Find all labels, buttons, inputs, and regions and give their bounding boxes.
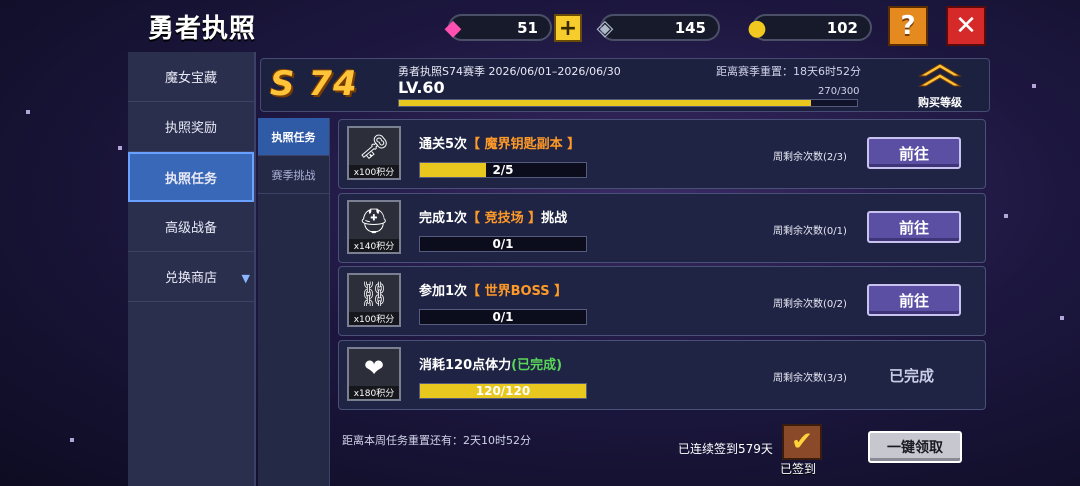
go-button[interactable]: 前往 — [867, 137, 961, 169]
nav-item-advanced-gear[interactable]: 高级战备 — [128, 202, 254, 252]
crystal-icon: ◈ — [596, 15, 614, 41]
go-button[interactable]: 前往 — [867, 211, 961, 243]
gem-value: 51 — [517, 19, 538, 37]
season-countdown: 距离赛季重置：18天6时52分 — [716, 65, 861, 78]
task-row: ⛑ x140积分 完成1次【 竞技场 】挑战 0/1 周剩余次数(0/1) 前往 — [338, 193, 986, 263]
buy-level-button[interactable]: 购买等级 — [908, 62, 972, 110]
task-title-highlight: 【 世界BOSS 】 — [467, 284, 568, 299]
gem-counter: ◆ 51 — [445, 14, 552, 41]
crystal-value: 145 — [674, 19, 706, 37]
task-title-prefix: 完成1次 — [419, 211, 468, 226]
level-progress-bar — [398, 99, 858, 107]
task-title-prefix: 参加1次 — [419, 284, 468, 299]
task-title-highlight: 【 魔界钥匙副本 】 — [467, 137, 581, 152]
task-icon-art: 🗝 — [358, 133, 390, 161]
nav-item-license-tasks[interactable]: 执照任务 — [128, 152, 254, 202]
level-progress-fill — [399, 100, 812, 106]
task-title-highlight: 【 竞技场 】 — [467, 211, 542, 226]
buy-level-label: 购买等级 — [918, 96, 962, 109]
calendar-check-icon[interactable]: ✔ — [782, 424, 822, 460]
caret-down-icon: ▼ — [241, 272, 250, 285]
star-decoration — [118, 146, 122, 150]
nav-item-witch-treasure[interactable]: 魔女宝藏 — [128, 52, 254, 102]
gold-icon: ● — [747, 15, 767, 41]
task-title: 消耗120点体力(已完成) — [419, 354, 562, 373]
task-progress-text: 120/120 — [475, 384, 531, 398]
level-label: LV.60 — [398, 78, 445, 97]
task-icon-art: ⛓ — [358, 280, 390, 308]
task-title-prefix: 通关5次 — [419, 137, 468, 152]
close-button[interactable]: ✕ — [946, 6, 986, 46]
task-title: 参加1次【 世界BOSS 】 — [419, 280, 567, 299]
task-progress-text: 0/1 — [492, 237, 514, 251]
task-title: 通关5次【 魔界钥匙副本 】 — [419, 133, 580, 152]
chest-icon: ⛓ x100积分 — [347, 273, 401, 327]
task-title: 完成1次【 竞技场 】挑战 — [419, 207, 567, 226]
task-points: x180积分 — [349, 386, 399, 399]
task-remaining: 周剩余次数(3/3) — [773, 373, 847, 384]
signin-streak: 已连续签到579天 — [678, 442, 773, 456]
gold-counter: ● 102 — [747, 14, 872, 41]
task-progress-bar: 120/120 — [419, 383, 587, 399]
go-button[interactable]: 前往 — [867, 284, 961, 316]
helmet-icon: ⛑ x140积分 — [347, 200, 401, 254]
nav-item-exchange-shop[interactable]: 兑换商店 ▼ — [128, 252, 254, 302]
task-progress-bar: 2/5 — [419, 162, 587, 178]
nav-item-label: 兑换商店 — [164, 271, 217, 286]
tab-season-challenge[interactable]: 赛季挑战 — [258, 156, 329, 194]
task-remaining: 周剩余次数(2/3) — [773, 152, 847, 163]
page-title: 勇者执照 — [148, 14, 257, 44]
task-progress-text: 0/1 — [492, 310, 514, 324]
task-progress-bar: 0/1 — [419, 236, 587, 252]
gold-value: 102 — [826, 19, 858, 37]
weekly-reset-countdown: 距离本周任务重置还有：2天10时52分 — [342, 434, 531, 447]
claim-all-button[interactable]: 一键领取 — [868, 431, 962, 463]
season-badge: S 74 — [270, 64, 358, 104]
task-progress-bar: 0/1 — [419, 309, 587, 325]
task-title-prefix: 消耗120点体力 — [419, 358, 512, 373]
task-points: x140积分 — [349, 239, 399, 252]
key-icon: 🗝 x100积分 — [347, 126, 401, 180]
tab-license-tasks[interactable]: 执照任务 — [258, 118, 329, 156]
help-button[interactable]: ? — [888, 6, 928, 46]
task-remaining: 周剩余次数(0/2) — [773, 299, 847, 310]
star-decoration — [70, 438, 74, 442]
task-done-tag: (已完成) — [511, 358, 563, 373]
stamina-icon: ❤ x180积分 — [347, 347, 401, 401]
task-points: x100积分 — [349, 165, 399, 178]
sub-tabs: 执照任务 赛季挑战 — [258, 118, 330, 486]
task-completed-label: 已完成 — [889, 367, 935, 385]
task-remaining: 周剩余次数(0/1) — [773, 226, 847, 237]
crystal-counter: ◈ 145 — [597, 14, 720, 41]
task-row: ❤ x180积分 消耗120点体力(已完成) 120/120 周剩余次数(3/3… — [338, 340, 986, 410]
gem-icon: ◆ — [444, 15, 462, 41]
star-decoration — [26, 110, 30, 114]
task-icon-art: ⛑ — [358, 207, 390, 235]
level-exp: 270/300 — [818, 86, 860, 97]
task-title-suffix: 挑战 — [541, 211, 568, 226]
left-nav: 魔女宝藏 执照奖励 执照任务 高级战备 兑换商店 ▼ — [128, 52, 256, 486]
task-points: x100积分 — [349, 312, 399, 325]
star-decoration — [1032, 84, 1036, 88]
add-gems-button[interactable]: + — [554, 14, 582, 42]
task-progress-text: 2/5 — [492, 163, 514, 177]
task-row: ⛓ x100积分 参加1次【 世界BOSS 】 0/1 周剩余次数(0/2) 前… — [338, 266, 986, 336]
task-row: 🗝 x100积分 通关5次【 魔界钥匙副本 】 2/5 周剩余次数(2/3) 前… — [338, 119, 986, 189]
signin-status: 已签到 — [780, 462, 817, 476]
nav-item-license-rewards[interactable]: 执照奖励 — [128, 102, 254, 152]
task-icon-art: ❤ — [363, 354, 385, 382]
star-decoration — [1060, 316, 1064, 320]
star-decoration — [1004, 214, 1008, 218]
season-info: 勇者执照S74赛季 2026/06/01–2026/06/30 — [398, 65, 621, 78]
